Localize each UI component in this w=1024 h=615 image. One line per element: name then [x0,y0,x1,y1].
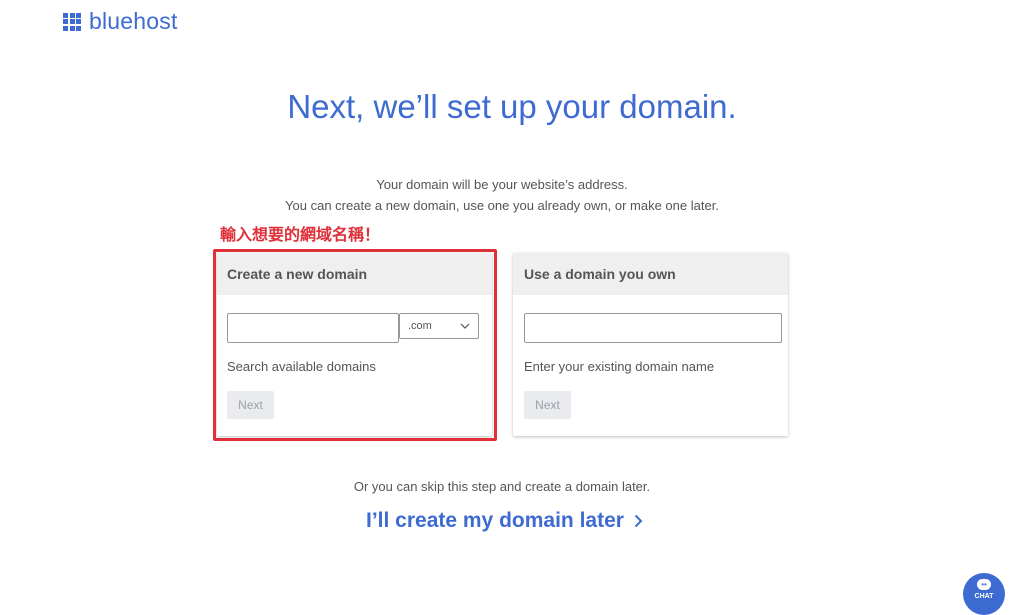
tld-select[interactable]: .com [399,313,479,339]
tld-selected-value: .com [408,320,432,332]
create-domain-later-label: I’ll create my domain later [366,509,624,532]
use-own-domain-card: Use a domain you own Enter your existing… [513,253,788,436]
description-line-1: Your domain will be your website’s addre… [376,177,628,192]
logo-text: bluehost [89,8,178,34]
chevron-down-icon [460,323,470,329]
logo-grid-icon [63,12,81,31]
description-line-2: You can create a new domain, use one you… [285,198,719,213]
new-domain-input[interactable] [227,313,399,343]
chevron-right-icon [634,514,643,528]
skip-description: Or you can skip this step and create a d… [353,479,651,494]
page-description: Your domain will be your website’s addre… [0,174,1004,216]
create-new-domain-card: Create a new domain .com Search availabl… [217,253,492,436]
bluehost-logo[interactable]: bluehost [63,8,178,35]
card-title-own-domain: Use a domain you own [513,253,788,295]
new-domain-hint: Search available domains [227,359,376,374]
own-domain-hint: Enter your existing domain name [524,359,715,374]
create-domain-later-link[interactable]: I’ll create my domain later [366,509,643,533]
annotation-text: 輸入想要的網域名稱！ [220,227,381,244]
own-domain-input[interactable] [524,313,782,343]
own-domain-next-button[interactable]: Next [524,391,571,419]
page-title: Next, we’ll set up your domain. [287,88,737,125]
chat-button[interactable]: •• CHAT [963,573,1005,615]
chat-bubble-icon: •• [977,579,991,590]
chat-label: CHAT [974,593,994,600]
card-title-new-domain: Create a new domain [217,253,492,295]
new-domain-next-button[interactable]: Next [227,391,274,419]
